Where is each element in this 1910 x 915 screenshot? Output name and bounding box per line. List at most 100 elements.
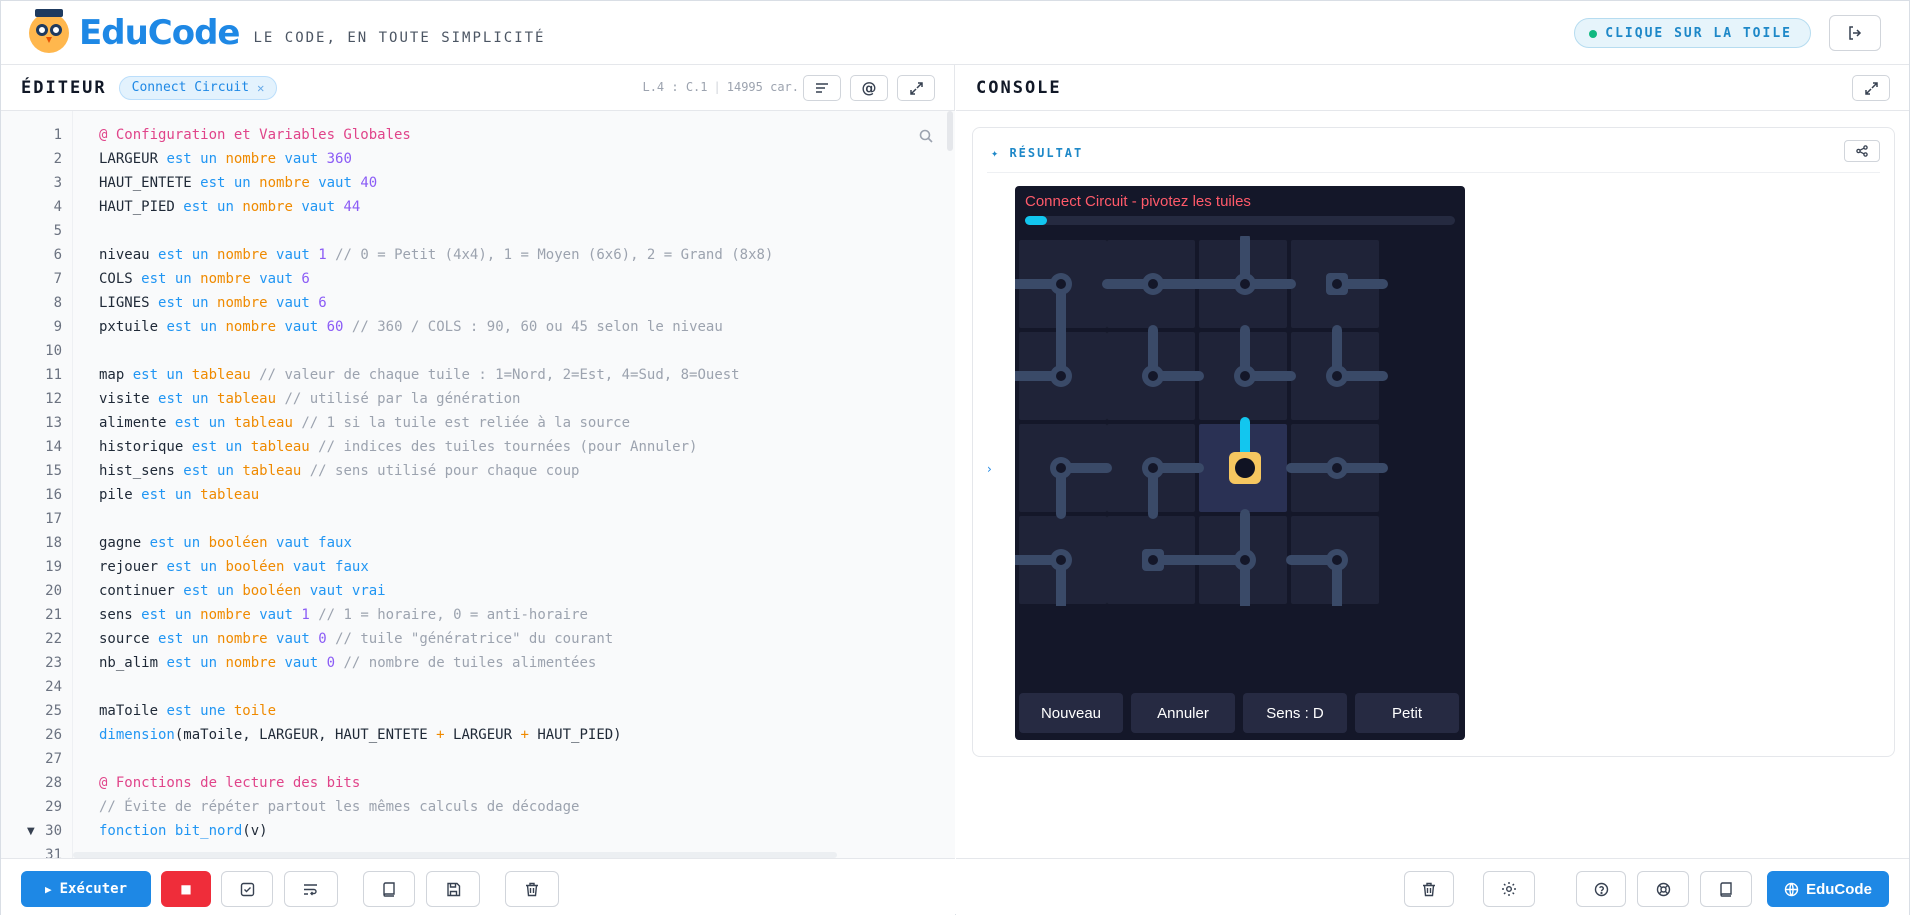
code-token: tableau [233,415,302,431]
code-token: nb_alim [99,655,167,671]
trash-icon [526,882,538,896]
code-editor[interactable]: 1 2 3 4 5 6 7 8 9 10 11 12 13 14 15 16 17 18 19 20 21 22 23 24 2… [1,111,955,858]
pipe-junction-core [1148,279,1158,289]
search-icon[interactable] [919,129,933,147]
code-line: visite est un tableau // utilisé par la … [99,391,520,407]
direction-button[interactable]: Sens : D [1243,693,1347,733]
line-number: 3 [53,175,62,191]
share-button[interactable] [1844,140,1880,162]
line-number: 26 [45,727,62,743]
code-token: @ Configuration et Variables Globales [99,127,411,143]
code-token: 40 [360,175,378,191]
code-token: est un [166,151,226,167]
console-expand-button[interactable] [1852,75,1890,101]
code-token: (v) [242,823,268,839]
run-button[interactable]: ▶ Exécuter [21,871,151,907]
code-line: hist_sens est un tableau // sens utilisé… [99,463,579,479]
line-number: 17 [45,511,62,527]
cursor-position: L.4 : C.1 [642,80,708,94]
settings-button[interactable] [1483,871,1535,907]
code-token: // sens utilisé pour chaque coup [309,463,580,479]
code-token: sens [99,607,142,623]
code-line: @ Fonctions de lecture des bits [99,775,360,791]
undo-button[interactable]: Annuler [1131,693,1235,733]
code-token: vaut [259,271,302,287]
run-button-label: Exécuter [59,881,128,897]
console-header: CONSOLE [956,65,1909,111]
owl-logo-icon [29,8,69,53]
editor-expand-button[interactable] [897,75,935,101]
delete-button[interactable] [505,871,559,907]
code-token: booléen [208,535,277,551]
pipe-endpoint-core [1332,279,1342,289]
format-button[interactable] [803,75,841,101]
code-token: est un [158,631,218,647]
code-token: COLS [99,271,142,287]
source-core [1235,458,1255,478]
vertical-scrollbar[interactable] [947,111,953,151]
code-token: // nombre de tuiles alimentées [343,655,597,671]
chevron-right-icon[interactable]: › [987,462,992,476]
code-token: pile [99,487,142,503]
clear-console-button[interactable] [1404,871,1454,907]
code-token: tableau [250,439,319,455]
docs-button[interactable] [363,871,415,907]
gear-icon [1502,882,1516,896]
code-token: est un [174,415,234,431]
game-canvas[interactable]: Connect Circuit - pivotez les tuiles Nou… [1015,186,1465,740]
char-count: 14995 car. [726,80,799,94]
save-button[interactable] [426,871,480,907]
logout-button[interactable] [1829,15,1881,51]
help-button[interactable] [1576,871,1626,907]
support-button[interactable] [1637,871,1689,907]
code-line: sens est un nombre vaut 1 // 1 = horaire… [99,607,588,623]
status-dot-icon [1589,30,1598,38]
code-token: est une [166,703,234,719]
new-game-button[interactable]: Nouveau [1019,693,1123,733]
educode-link-button[interactable]: EduCode [1767,871,1889,907]
code-line: dimension(maToile, LARGEUR, HAUT_ENTETE … [99,727,622,743]
fold-arrow-icon[interactable]: ▼ [27,826,35,837]
code-token: 44 [343,199,361,215]
align-left-icon [816,83,828,93]
code-token: nombre [225,655,285,671]
code-token: tableau [242,463,310,479]
line-number: 10 [45,343,62,359]
trash-icon [1423,882,1435,896]
pipe-junction-core [1056,371,1066,381]
code-token: est un [166,655,226,671]
status-hint-text: CLIQUE SUR LA TOILE [1605,25,1792,41]
code-token: // Évite de répéter partout les mêmes ca… [99,799,580,815]
wrap-button[interactable] [284,871,338,907]
code-token: nombre [259,175,319,191]
code-token: vaut faux [292,559,369,575]
guide-button[interactable] [1700,871,1752,907]
game-board[interactable] [1015,236,1465,606]
code-token: rejouer [99,559,167,575]
pipe-junction-core [1056,555,1066,565]
code-line: continuer est un booléen vaut vrai [99,583,386,599]
pipe-junction-core [1332,555,1342,565]
code-token: LARGEUR [453,727,521,743]
code-line: @ Configuration et Variables Globales [99,127,411,143]
code-token: booléen [242,583,310,599]
stop-button[interactable]: ■ [161,871,211,907]
file-tab[interactable]: Connect Circuit ✕ [118,75,278,100]
code-token: 0 [326,655,344,671]
close-tab-icon[interactable]: ✕ [257,81,264,95]
line-number: 8 [53,295,62,311]
size-button[interactable]: Petit [1355,693,1459,733]
check-button[interactable] [221,871,273,907]
code-token: tableau [217,391,285,407]
expand-icon [1864,81,1878,95]
code-line: niveau est un nombre vaut 1 // 0 = Petit… [99,247,773,263]
code-token: // 1 = horaire, 0 = anti-horaire [318,607,588,623]
code-line: gagne est un booléen vaut faux [99,535,352,551]
expand-icon [909,81,923,95]
pipe-junction-core [1332,371,1342,381]
snippet-button[interactable]: @ [850,75,888,101]
code-token: historique [99,439,192,455]
code-token: nombre [217,247,277,263]
line-number: 2 [53,151,62,167]
play-icon: ▶ [44,882,52,896]
